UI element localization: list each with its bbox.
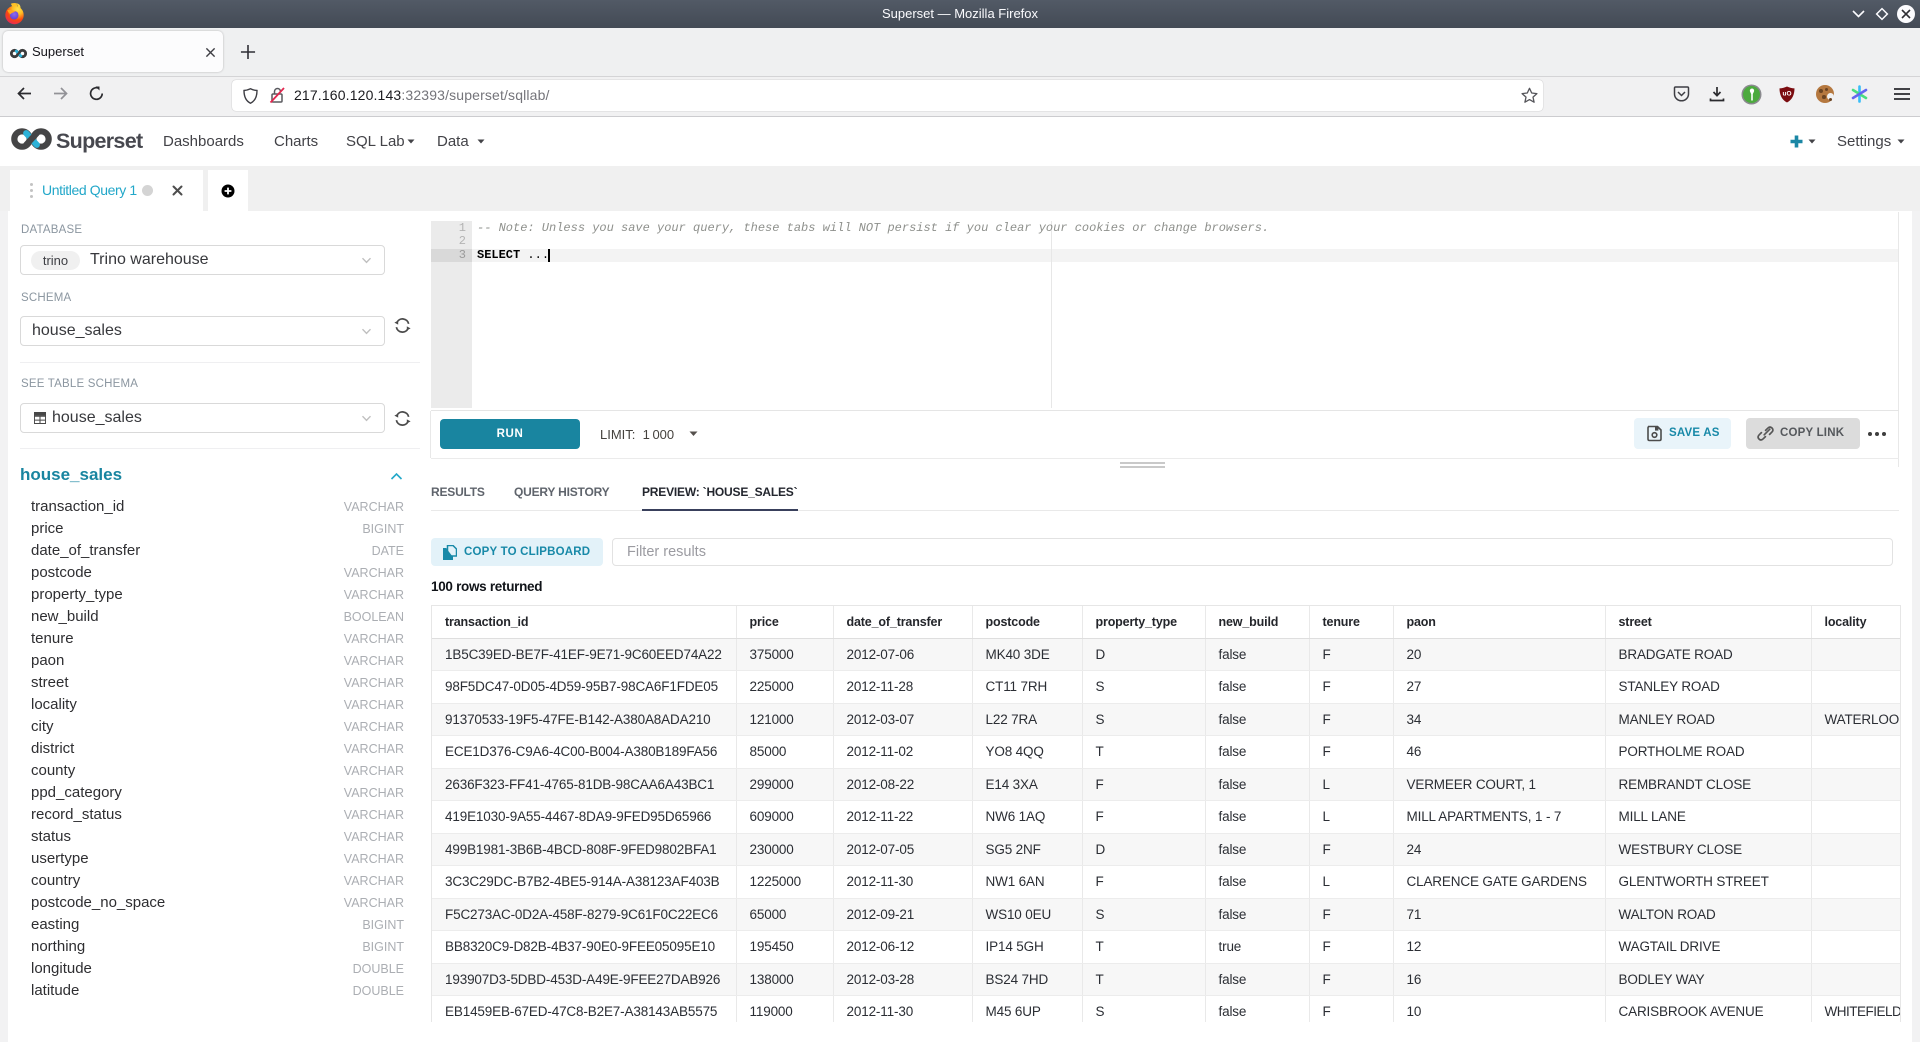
svg-text:uO: uO: [1782, 91, 1791, 98]
